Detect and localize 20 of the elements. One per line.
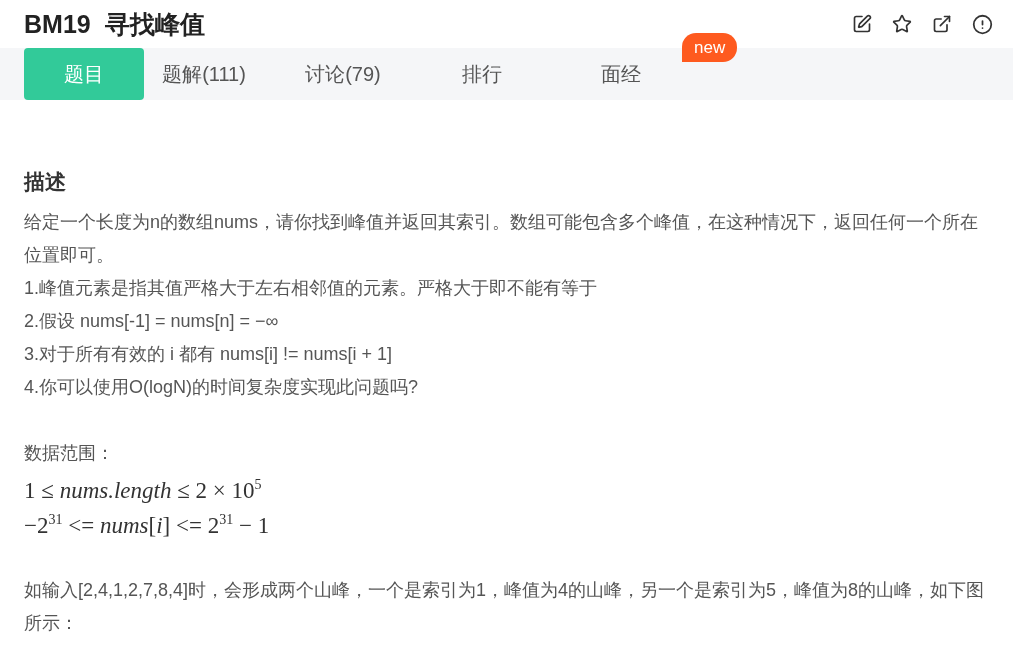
description-text: 数据范围： (24, 442, 115, 465)
tab[interactable]: 题解(111) (144, 48, 264, 100)
tab[interactable]: 面经 (561, 48, 681, 100)
alert-icon[interactable] (971, 13, 993, 35)
section-heading: 描述 (24, 169, 67, 195)
description-text: 1.峰值元素是指其值严格大于左右相邻值的元素。严格大于即不能有等于 (24, 277, 598, 300)
tab[interactable]: 讨论(79) (283, 48, 403, 100)
math-formula: −2$^{31}$ <= nums[i] <= 2$^{31}$ − 1 (24, 511, 271, 541)
math-formula: 1 ≤ nums.length ≤ 2 × 10$^{5}$ (24, 476, 263, 505)
description-text: 2.假设 nums[-1] = nums[n] = −∞ (24, 310, 280, 333)
problem-title: BM19 寻找峰值 (24, 8, 205, 40)
external-link-icon[interactable] (931, 13, 953, 35)
description-text: 如输入[2,4,1,2,7,8,4]时，会形成两个山峰，一个是索引为1，峰值为4的山峰，另一个是索引为5，峰值为8的山峰，如下图所示： (24, 579, 986, 636)
new-badge: new (682, 33, 738, 62)
edit-icon[interactable] (851, 13, 873, 35)
description-text: 4.你可以使用O(logN)的时间复杂度实现此问题吗? (24, 376, 420, 399)
star-icon[interactable] (891, 13, 913, 35)
description-text: 给定一个长度为n的数组nums，请你找到峰值并返回其索引。数组可能包含多个峰值，在这种情况下，返回任何一个所在位置即可。 (24, 211, 980, 267)
tab[interactable]: 排行 (422, 48, 542, 100)
description-text: 3.对于所有有效的 i 都有 nums[i] != nums[i + 1] (24, 343, 394, 366)
